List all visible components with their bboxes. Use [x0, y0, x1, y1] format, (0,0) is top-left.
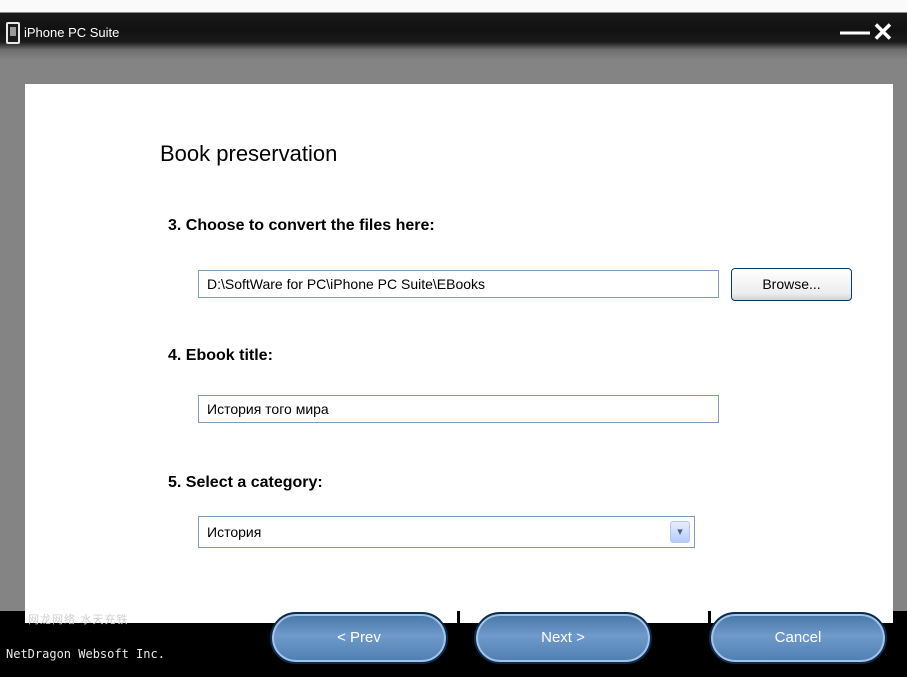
next-button[interactable]: Next > — [474, 612, 652, 664]
title-bar[interactable]: iPhone PC Suite — ✕ — [0, 0, 907, 60]
step3-label: 3. Choose to convert the files here: — [168, 217, 435, 234]
minimize-icon[interactable]: — — [840, 14, 870, 50]
step5-label: 5. Select a category: — [168, 474, 323, 491]
footer-divider — [457, 611, 460, 623]
page-title: Book preservation — [160, 141, 338, 166]
step4-label: 4. Ebook title: — [168, 347, 273, 364]
close-icon[interactable]: ✕ — [872, 14, 894, 50]
ebook-title-field[interactable]: История того мира — [198, 395, 719, 423]
app-window: iPhone PC Suite — ✕ Book preservation 3.… — [0, 0, 907, 677]
company-name: NetDragon Websoft Inc. — [6, 647, 165, 661]
phone-icon — [6, 22, 20, 44]
output-path-field[interactable]: D:\SoftWare for PC\iPhone PC Suite\EBook… — [198, 270, 719, 298]
company-logo-text: 网龙网络 水天充铁 — [28, 613, 129, 626]
category-select[interactable]: История ▾ — [198, 516, 695, 548]
footer-divider — [708, 611, 711, 623]
window-title: iPhone PC Suite — [24, 25, 120, 40]
browse-button[interactable]: Browse... — [731, 268, 852, 301]
cancel-button[interactable]: Cancel — [709, 612, 887, 664]
prev-button[interactable]: < Prev — [270, 612, 448, 664]
chevron-down-icon[interactable]: ▾ — [670, 521, 690, 543]
category-selected-value: История — [207, 524, 262, 540]
